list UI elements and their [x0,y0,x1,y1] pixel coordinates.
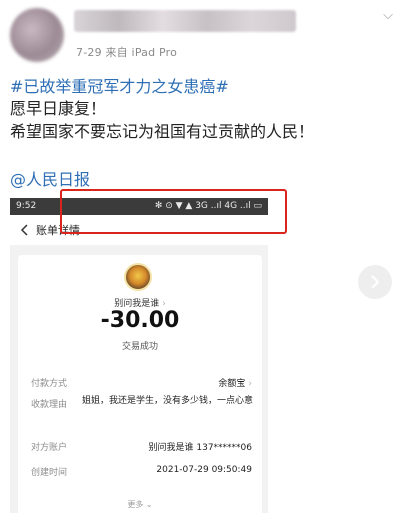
more-toggle[interactable]: 更多 ⌄ [18,499,262,510]
trade-status: 交易成功 [121,342,158,352]
payee-avatar [124,263,152,291]
amount: -30.00 [100,308,180,333]
memo-label: 收款理由 [31,400,68,410]
counterparty-value: 别问我是谁 137******06 [148,443,253,453]
post-mention[interactable]: @人民日报 [10,169,90,190]
counterparty-label: 对方账户 [31,443,68,453]
post-hashtag[interactable]: #已故举重冠军才力之女患癌# [10,76,229,97]
post-meta: 7-29 来自 iPad Pro [76,46,178,59]
created-time-label: 创建时间 [31,468,68,478]
payment-method-label: 付款方式 [31,379,68,389]
more-label: 更多 [127,500,144,509]
post-line-1: 愿早日康复！ [10,99,107,118]
payment-chevron-icon: › [248,379,252,389]
memo-value: 姐姐，我还是学生，没有多少钱，一点心意 [81,396,253,406]
post-line-2: 希望国家不要忘记为祖国有过贡献的人民！ [10,122,315,141]
payment-method-text: 余额宝 [218,379,246,389]
username-blurred[interactable] [74,10,296,32]
carousel-next-button[interactable] [358,265,392,299]
bill-card: 别问我是谁 › -30.00 交易成功 付款方式 余额宝 › 收款理由 姐姐，我还是… [18,255,262,513]
status-time: 9:52 [16,201,37,211]
back-arrow-icon[interactable] [14,215,34,245]
post-menu-chevron-icon[interactable]: ⌵ [383,8,393,23]
user-avatar[interactable] [10,8,64,62]
embedded-screenshot[interactable]: 9:52 ✻ ⊙ ▼ ▲ 3G ..ıl 4G ..ıl ▭ 账单详情 别问我是… [10,198,268,513]
memo-highlight-box [60,189,287,234]
payment-method-value[interactable]: 余额宝 › [218,376,252,389]
next-arrow-icon [371,275,380,289]
created-time-value: 2021-07-29 09:50:49 [156,465,252,475]
chevron-down-icon: ⌄ [145,500,153,509]
